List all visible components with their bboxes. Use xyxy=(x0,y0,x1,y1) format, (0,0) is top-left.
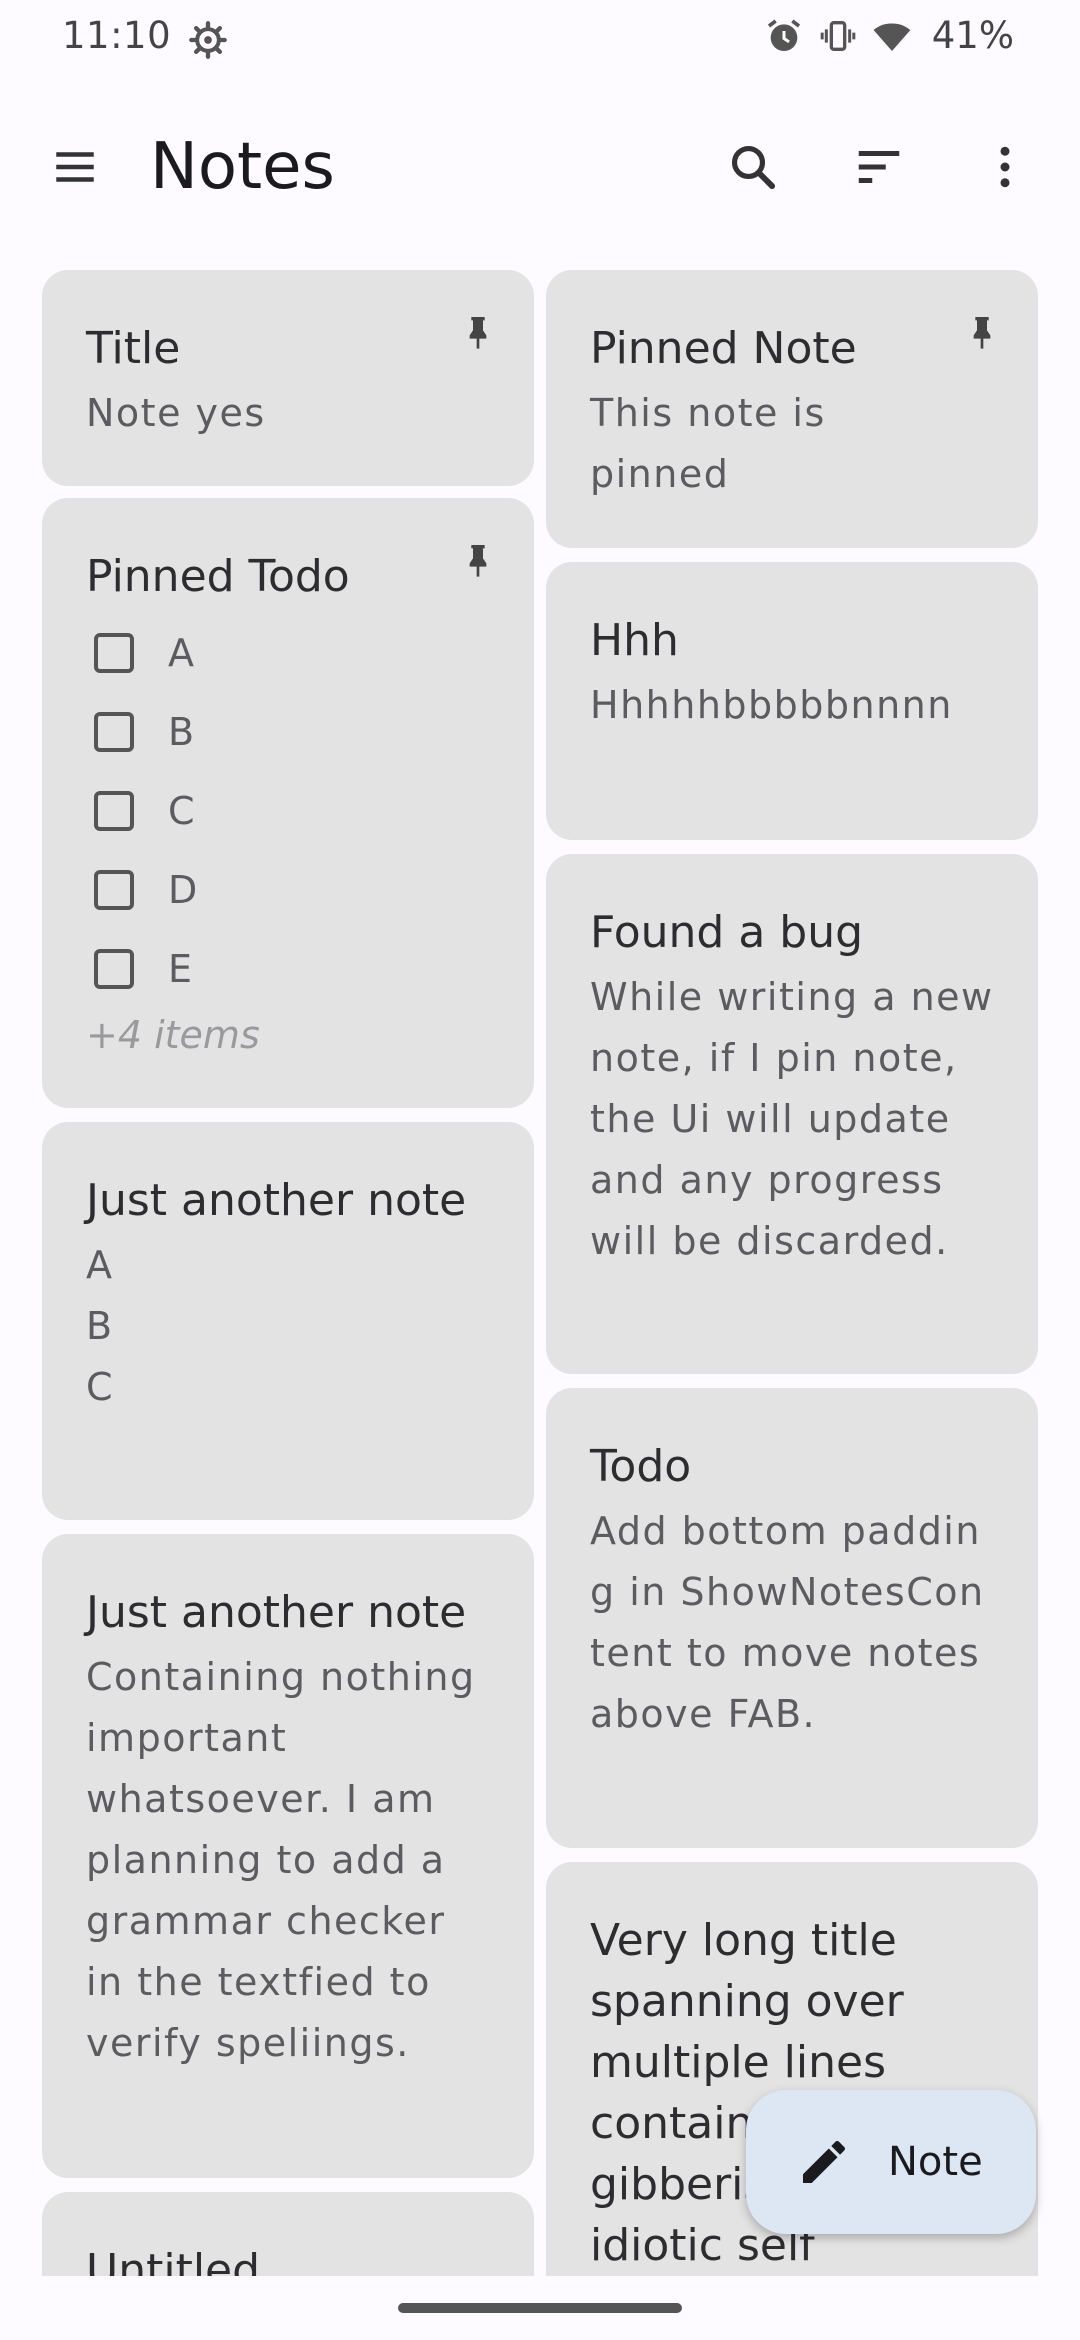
wifi-icon xyxy=(873,23,911,51)
page-title: Notes xyxy=(150,130,335,204)
more-options-button[interactable] xyxy=(972,134,1038,200)
note-card-todo[interactable]: Todo Add bottom padding in ShowNotesCont… xyxy=(546,1388,1038,1848)
menu-icon xyxy=(56,152,94,182)
notes-screen: 11:10 41% Notes Title Note yes Pinned To… xyxy=(0,0,1080,2340)
note-title: Just another note xyxy=(86,1175,467,1226)
checkbox[interactable] xyxy=(94,948,134,989)
todo-label: C xyxy=(168,788,195,833)
note-line: A xyxy=(86,1243,112,1287)
note-title: Pinned Note xyxy=(590,323,857,374)
checkbox[interactable] xyxy=(94,632,134,673)
new-note-fab[interactable]: Note xyxy=(746,2090,1036,2234)
pin-icon xyxy=(973,317,991,349)
note-title: Todo xyxy=(590,1441,692,1492)
todo-label: E xyxy=(168,946,193,991)
gesture-handle[interactable] xyxy=(398,2303,682,2313)
note-card-pinned-note[interactable]: Pinned Note This note is pinned xyxy=(546,270,1038,548)
note-card-pinned-todo[interactable]: Pinned Todo A B C D E +4 items xyxy=(42,498,534,1108)
note-title: Hhh xyxy=(590,615,679,666)
todo-item: C xyxy=(86,771,490,850)
menu-button[interactable] xyxy=(42,134,108,200)
todo-item: A xyxy=(86,613,490,692)
checkbox[interactable] xyxy=(94,869,134,910)
fab-label: Note xyxy=(888,2139,983,2185)
note-body: Containing nothing important whatsoever.… xyxy=(86,1655,476,2065)
note-title: Just another note xyxy=(86,1587,467,1638)
checkbox[interactable] xyxy=(94,711,134,752)
note-body: Hhhhhbbbbbnnnn xyxy=(590,683,953,727)
checkbox[interactable] xyxy=(94,790,134,831)
sort-icon xyxy=(858,151,900,183)
vibrate-icon xyxy=(820,20,856,51)
more-vert-icon xyxy=(1000,146,1010,188)
note-lines: A B C xyxy=(86,1235,490,1418)
todo-label: D xyxy=(168,867,198,912)
note-card-title[interactable]: Title Note yes xyxy=(42,270,534,486)
note-body: While writing a new note, if I pin note,… xyxy=(590,975,994,1263)
todo-list: A B C D E xyxy=(86,613,490,1008)
note-card-another-2[interactable]: Just another note Containing nothing imp… xyxy=(42,1534,534,2178)
todo-item: E xyxy=(86,929,490,1008)
search-icon xyxy=(731,145,776,190)
more-items-label: +4 items xyxy=(86,1013,260,1057)
battery-level: 41% xyxy=(931,14,1014,57)
note-line: B xyxy=(86,1304,113,1348)
note-title: Found a bug xyxy=(590,907,864,958)
alarm-icon xyxy=(767,19,800,51)
note-line: C xyxy=(86,1365,113,1409)
note-card-hhh[interactable]: Hhh Hhhhhbbbbbnnnn xyxy=(546,562,1038,840)
status-time: 11:10 xyxy=(62,14,172,57)
note-card-bug[interactable]: Found a bug While writing a new note, if… xyxy=(546,854,1038,1374)
edit-icon xyxy=(803,2140,846,2183)
settings-icon xyxy=(189,21,227,59)
note-title: Title xyxy=(86,323,181,374)
note-body: Note yes xyxy=(86,391,266,435)
top-app-bar: Notes xyxy=(0,110,1080,230)
note-card-another-1[interactable]: Just another note A B C xyxy=(42,1122,534,1520)
search-button[interactable] xyxy=(720,134,786,200)
todo-label: B xyxy=(168,709,195,754)
status-icons: 41% xyxy=(764,14,1014,57)
todo-label: A xyxy=(168,630,194,675)
note-title: Pinned Todo xyxy=(86,551,350,602)
status-bar: 11:10 41% xyxy=(0,0,1080,84)
sort-button[interactable] xyxy=(846,134,912,200)
note-body: Add bottom padding in ShowNotesContent t… xyxy=(590,1509,985,1736)
pin-icon xyxy=(469,545,487,577)
pin-icon xyxy=(469,317,487,349)
todo-item: B xyxy=(86,692,490,771)
todo-item: D xyxy=(86,850,490,929)
note-body: This note is pinned xyxy=(590,391,826,496)
